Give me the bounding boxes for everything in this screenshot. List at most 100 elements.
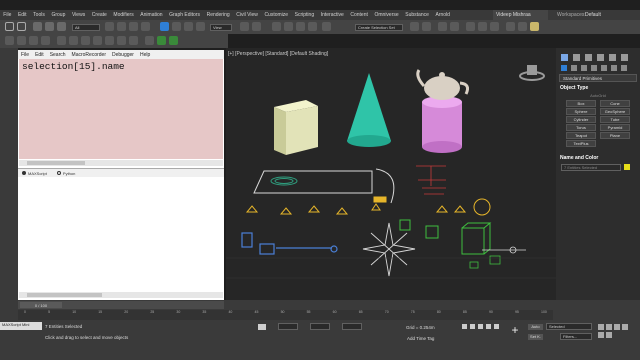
menu-file[interactable]: File [0,12,15,18]
listener-icon[interactable] [69,36,78,45]
schematic-view-icon[interactable] [478,22,487,31]
window-crossing-icon[interactable] [141,22,150,31]
spacewarps-icon[interactable] [611,65,617,71]
object-type-rollout-title[interactable]: Object Type [556,83,640,93]
mirror-icon[interactable] [410,22,419,31]
listener-menu-file[interactable]: File [18,52,32,58]
primitive-button-torus[interactable]: Torus [566,124,596,131]
name-field[interactable]: 7 Entities Selected [561,163,621,171]
macro-recorder-icon[interactable] [93,36,102,45]
lights-icon[interactable] [581,65,587,71]
new-scene-icon[interactable] [5,36,14,45]
viewcube-icon[interactable] [519,65,545,81]
listener-output-pane[interactable] [19,178,223,291]
debugger-icon[interactable] [105,36,114,45]
user-account[interactable]: Videep Mishraa [493,10,548,20]
listener-menu-help[interactable]: Help [137,52,153,58]
auto-key-button[interactable]: Auto [528,324,543,330]
previous-frame-icon[interactable] [470,324,475,329]
menu-edit[interactable]: Edit [15,12,30,18]
play-icon[interactable] [478,324,483,329]
material-editor-icon[interactable] [490,22,499,31]
reference-coordinate-dropdown[interactable]: View [210,24,232,31]
menu-content[interactable]: Content [347,12,371,18]
lock-icon[interactable] [258,324,266,330]
motion-tab-icon[interactable] [597,54,604,61]
clear-icon[interactable] [129,36,138,45]
menu-omniverse[interactable]: Omniverse [371,12,402,18]
menu-animation[interactable]: Animation [137,12,166,18]
primitive-button-plane[interactable]: Plane [600,132,630,139]
pan-icon[interactable] [622,324,628,330]
arnold-icon[interactable] [157,36,166,45]
systems-icon[interactable] [621,65,627,71]
teapot-object[interactable] [416,69,469,100]
target-lights[interactable] [469,246,526,269]
geometry-icon[interactable] [561,65,567,71]
tab-python[interactable]: Python [56,171,75,176]
key-mode-icon[interactable]: + [508,323,522,337]
layer-explorer-icon[interactable] [438,22,447,31]
region-select-icon[interactable] [129,22,138,31]
close-icon[interactable] [41,36,50,45]
evaluate-icon[interactable] [117,36,126,45]
spinner-snap-icon[interactable] [308,22,317,31]
bind-spacewarp-icon[interactable] [57,22,66,31]
trackbar[interactable]: 0 5 10 15 20 25 30 35 40 45 50 55 60 65 70 75 80 85 90 95 10… [18,310,553,320]
menu-rendering[interactable]: Rendering [203,12,233,18]
workspace-dropdown[interactable]: Default [585,10,601,20]
cone-object[interactable] [347,73,391,147]
select-object-icon[interactable] [105,22,114,31]
box-object[interactable] [274,100,318,155]
redo-icon[interactable] [17,22,26,31]
menu-interactive[interactable]: Interactive [317,12,347,18]
align-icon[interactable] [422,22,431,31]
display-tab-icon[interactable] [609,54,616,61]
cylinder-object[interactable] [422,96,462,153]
primitive-button-pyramid[interactable]: Pyramid [600,124,630,131]
render-setup-icon[interactable] [506,22,515,31]
move-icon[interactable] [160,22,169,31]
menu-scripting[interactable]: Scripting [291,12,317,18]
placement-icon[interactable] [196,22,205,31]
shapes-icon[interactable] [571,65,577,71]
primitive-button-box[interactable]: Box [566,100,596,107]
unlink-icon[interactable] [45,22,54,31]
curve-editor-icon[interactable] [466,22,475,31]
y-coordinate-field[interactable] [310,323,330,330]
cameras-icon[interactable] [591,65,597,71]
next-frame-icon[interactable] [486,324,491,329]
macro-scrollbar[interactable] [19,160,223,166]
listener-menu-debugger[interactable]: Debugger [109,52,137,58]
set-key-button[interactable]: Set K. [528,334,543,340]
maximize-viewport-icon[interactable] [606,332,612,338]
primitive-button-cone[interactable]: Cone [600,100,630,107]
key-filters-button[interactable]: Filters... [560,333,592,340]
listener-menu-search[interactable]: Search [47,52,69,58]
selected-dropdown[interactable]: Selected [546,323,592,330]
ribbon-toggle-icon[interactable] [450,22,459,31]
menu-graph-editors[interactable]: Graph Editors [166,12,203,18]
name-color-rollout-title[interactable]: Name and Color [556,153,640,163]
primitive-button-tube[interactable]: Tube [600,116,630,123]
time-slider[interactable]: 0 / 100 [18,301,224,309]
menu-group[interactable]: Group [48,12,69,18]
create-tab-icon[interactable] [561,54,568,61]
primitive-button-geosphere[interactable]: GeoSphere [600,108,630,115]
z-coordinate-field[interactable] [342,323,362,330]
listener-menu-macrorecorder[interactable]: MacroRecorder [69,52,109,58]
editor-icon[interactable] [81,36,90,45]
rectangle-spline[interactable] [253,170,373,194]
select-manipulate-icon[interactable] [252,22,261,31]
scrollbar-thumb[interactable] [27,161,85,165]
save-file-icon[interactable] [29,36,38,45]
menu-create[interactable]: Create [89,12,111,18]
primitive-button-teapot[interactable]: Teapot [566,132,596,139]
text-spline[interactable] [416,165,446,195]
open-file-icon[interactable] [17,36,26,45]
output-scrollbar[interactable] [19,292,223,298]
select-by-name-icon[interactable] [117,22,126,31]
named-selection-set-dropdown[interactable]: Create Selection Set [355,24,403,31]
pivot-icon[interactable] [240,22,249,31]
zoom-all-icon[interactable] [606,324,612,330]
